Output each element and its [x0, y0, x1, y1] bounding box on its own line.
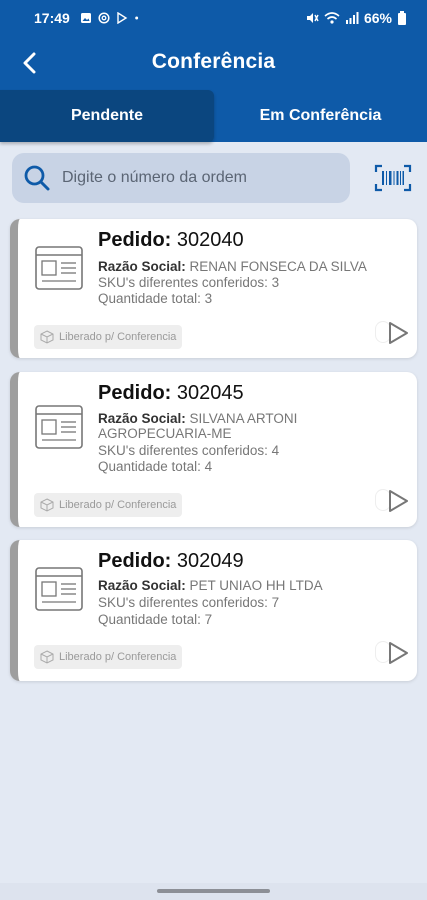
status-left: 17:49 [34, 10, 142, 26]
gallery-icon [80, 13, 91, 23]
status-bar: 17:49 66% [0, 0, 427, 36]
box-icon [40, 650, 54, 664]
sku-count: SKU's diferentes conferidos: 3 [98, 275, 280, 290]
tab-bar: Pendente Em Conferência [0, 90, 427, 142]
order-document-icon [35, 405, 83, 449]
play-icon[interactable] [385, 640, 411, 666]
wifi-icon [324, 12, 340, 24]
razao-social-line: Razão Social: SILVANA ARTONI AGROPECUARI… [98, 411, 408, 441]
status-badge: Liberado p/ Conferencia [34, 493, 183, 517]
signal-icon [345, 12, 359, 24]
status-badge: Liberado p/ Conferencia [34, 325, 183, 349]
app-bar: Conferência [0, 36, 427, 90]
razao-social-label: Razão Social: [98, 411, 186, 426]
quantity-total: Quantidade total: 3 [98, 291, 213, 306]
search-input[interactable] [62, 169, 342, 187]
status-badge-label: Liberado p/ Conferencia [59, 651, 177, 663]
play-icon[interactable] [385, 320, 411, 346]
razao-social-line: Razão Social: PET UNIAO HH LTDA [98, 578, 323, 593]
razao-social-label: Razão Social: [98, 259, 186, 274]
order-document-icon [35, 246, 83, 290]
battery-icon [398, 11, 406, 25]
battery-text: 66% [363, 10, 392, 26]
barcode-icon [374, 164, 412, 192]
quantity-total: Quantidade total: 4 [98, 459, 213, 474]
quantity-total: Quantidade total: 7 [98, 612, 213, 627]
at-icon [98, 12, 110, 24]
razao-social-line: Razão Social: RENAN FONSECA DA SILVA [98, 259, 367, 274]
order-card[interactable]: Pedido: 302049 Razão Social: PET UNIAO H… [10, 540, 417, 681]
order-number: 302049 [176, 550, 244, 572]
status-time: 17:49 [34, 10, 70, 26]
status-badge-label: Liberado p/ Conferencia [59, 331, 177, 343]
box-icon [40, 330, 54, 344]
order-title: Pedido: 302040 [98, 229, 244, 252]
order-number: 302040 [176, 229, 244, 251]
search-icon[interactable] [22, 163, 52, 193]
sku-count: SKU's diferentes conferidos: 4 [98, 443, 280, 458]
order-title: Pedido: 302049 [98, 550, 244, 573]
search-box [12, 153, 350, 203]
status-badge: Liberado p/ Conferencia [34, 645, 183, 669]
box-icon [40, 498, 54, 512]
razao-social-value: RENAN FONSECA DA SILVA [189, 259, 367, 274]
mute-icon [306, 13, 319, 23]
tab-pendente[interactable]: Pendente [0, 90, 214, 142]
order-document-icon [35, 567, 83, 611]
order-title-label: Pedido: [98, 382, 172, 404]
play-store-icon [117, 12, 128, 24]
dot-icon [135, 16, 138, 20]
play-icon[interactable] [385, 488, 411, 514]
status-right: 66% [305, 10, 407, 26]
barcode-scan-button[interactable] [374, 164, 412, 192]
razao-social-value: PET UNIAO HH LTDA [189, 578, 323, 593]
order-number: 302045 [176, 382, 244, 404]
order-title: Pedido: 302045 [98, 382, 244, 405]
home-gesture-handle[interactable] [157, 889, 270, 893]
tab-em-conferencia[interactable]: Em Conferência [214, 90, 427, 142]
order-card[interactable]: Pedido: 302045 Razão Social: SILVANA ART… [10, 372, 417, 527]
page-title: Conferência [151, 50, 276, 73]
sku-count: SKU's diferentes conferidos: 7 [98, 595, 280, 610]
status-badge-label: Liberado p/ Conferencia [59, 499, 177, 511]
razao-social-label: Razão Social: [98, 578, 186, 593]
order-card[interactable]: Pedido: 302040 Razão Social: RENAN FONSE… [10, 219, 417, 358]
order-title-label: Pedido: [98, 229, 172, 251]
order-title-label: Pedido: [98, 550, 172, 572]
